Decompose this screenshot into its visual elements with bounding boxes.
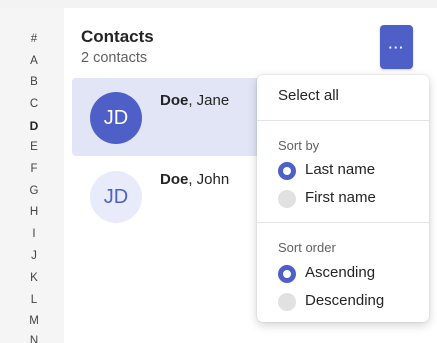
alpha-letter-h[interactable]: H xyxy=(24,202,44,222)
alpha-letter-m[interactable]: M xyxy=(24,311,44,331)
contact-count: 2 contacts xyxy=(81,50,148,66)
alpha-letter-a[interactable]: A xyxy=(24,51,44,71)
contact-name: Doe, John xyxy=(160,171,229,188)
menu-item-label: Last name xyxy=(305,161,376,178)
page-title: Contacts xyxy=(81,27,154,46)
radio-checked-icon xyxy=(278,162,296,180)
radio-unchecked-icon xyxy=(278,293,296,311)
menu-divider xyxy=(257,120,429,121)
contact-last-name: Doe xyxy=(160,92,189,109)
contact-last-name: Doe xyxy=(160,171,189,188)
sort-by-heading: Sort by xyxy=(278,138,320,153)
sort-order-heading: Sort order xyxy=(278,240,336,255)
alpha-letter-c[interactable]: C xyxy=(24,94,44,114)
alphabet-index: # A B C D E F G H I J K L M N xyxy=(0,8,64,343)
alpha-letter-b[interactable]: B xyxy=(24,72,44,92)
contact-name: Doe, Jane xyxy=(160,92,229,109)
menu-item-label: Ascending xyxy=(305,264,376,281)
sort-order-ascending[interactable]: Ascending xyxy=(257,258,429,288)
alpha-letter-i[interactable]: I xyxy=(24,224,44,244)
more-options-button[interactable]: ··· xyxy=(380,25,413,69)
alpha-letter-hash[interactable]: # xyxy=(24,29,44,49)
contact-first-name: , John xyxy=(188,171,230,188)
contact-first-name: , Jane xyxy=(188,92,230,109)
sort-by-last-name[interactable]: Last name xyxy=(257,155,429,185)
alpha-letter-g[interactable]: G xyxy=(24,181,44,201)
more-options-menu: Select all Sort by Last name First name … xyxy=(257,75,429,322)
alpha-letter-l[interactable]: L xyxy=(24,290,44,310)
alpha-letter-d[interactable]: D xyxy=(24,116,44,136)
sort-by-first-name[interactable]: First name xyxy=(257,183,429,213)
alpha-letter-f[interactable]: F xyxy=(24,159,44,179)
menu-item-label: First name xyxy=(305,189,376,206)
avatar: JD xyxy=(90,92,142,144)
radio-unchecked-icon xyxy=(278,190,296,208)
menu-item-select-all[interactable]: Select all xyxy=(257,81,429,111)
avatar: JD xyxy=(90,171,142,223)
top-strip xyxy=(0,0,437,8)
menu-divider xyxy=(257,222,429,223)
alpha-letter-k[interactable]: K xyxy=(24,268,44,288)
sort-order-descending[interactable]: Descending xyxy=(257,286,429,316)
more-icon: ··· xyxy=(388,39,405,55)
menu-item-label: Descending xyxy=(305,292,385,309)
alpha-letter-j[interactable]: J xyxy=(24,246,44,266)
avatar-initials: JD xyxy=(103,185,129,208)
alpha-letter-e[interactable]: E xyxy=(24,137,44,157)
alpha-letter-n[interactable]: N xyxy=(24,331,44,343)
radio-checked-icon xyxy=(278,265,296,283)
avatar-initials: JD xyxy=(103,106,129,129)
menu-item-label: Select all xyxy=(278,87,339,104)
